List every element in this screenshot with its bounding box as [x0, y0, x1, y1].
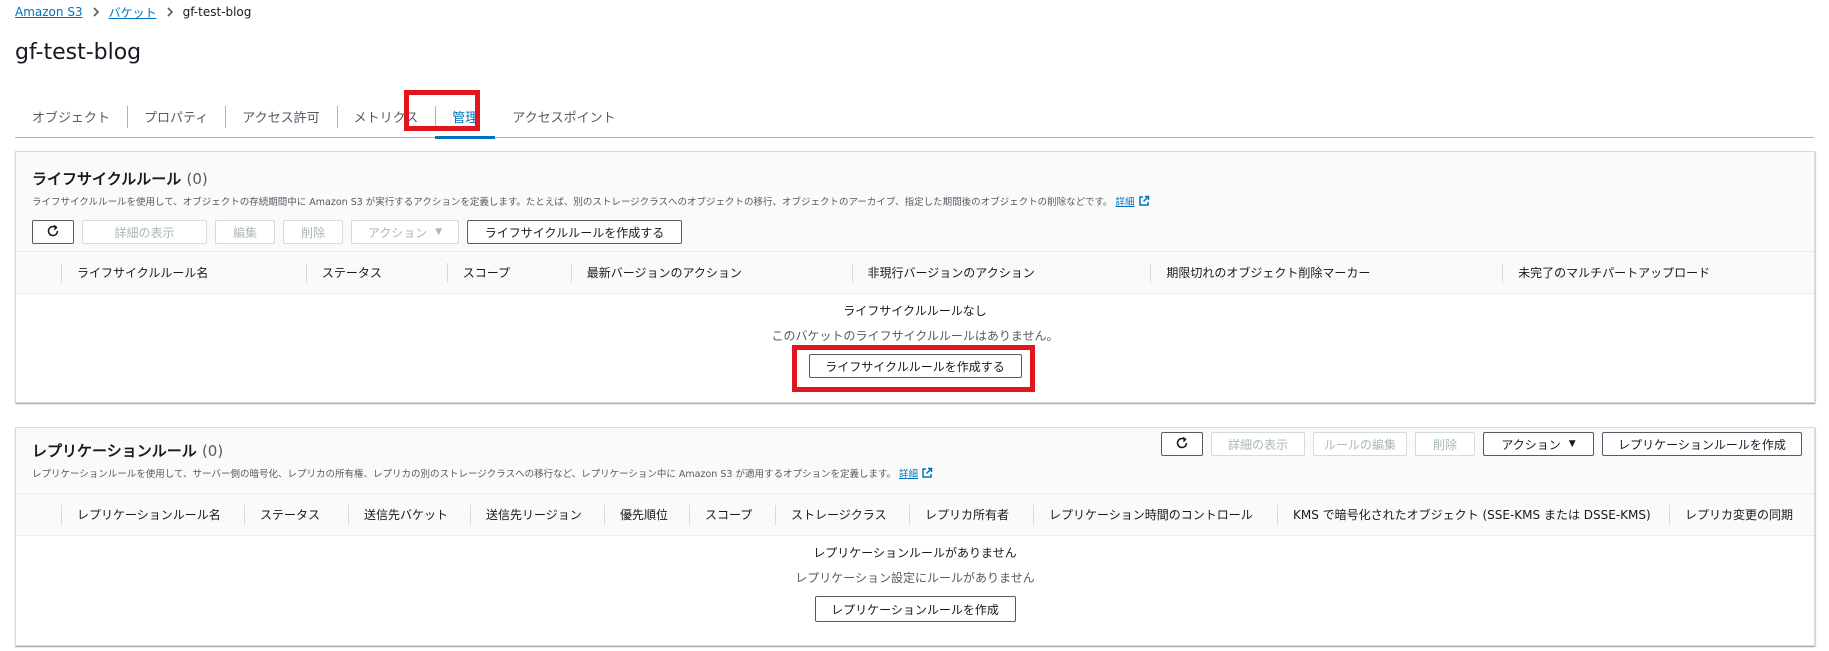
- lifecycle-delete-button[interactable]: 削除: [283, 220, 343, 244]
- caret-down-icon: ▼: [435, 227, 443, 237]
- column-header[interactable]: 送信先バケット: [348, 494, 470, 535]
- replication-panel: レプリケーションルール (0) レプリケーションルールを使用して、サーバー側の暗…: [15, 427, 1815, 646]
- replication-empty-state: レプリケーションルールがありません レプリケーション設定にルールがありません レ…: [16, 536, 1814, 622]
- column-header[interactable]: 非現行バージョンのアクション: [851, 252, 1151, 293]
- column-header[interactable]: ストレージクラス: [775, 494, 909, 535]
- lifecycle-refresh-button[interactable]: [32, 220, 74, 244]
- column-header[interactable]: 優先順位: [604, 494, 689, 535]
- lifecycle-view-details-button[interactable]: 詳細の表示: [82, 220, 207, 244]
- tab-properties[interactable]: プロパティ: [127, 103, 225, 131]
- lifecycle-panel: ライフサイクルルール (0) ライフサイクルルールを使用して、オブジェクトの存続…: [15, 151, 1815, 403]
- column-header[interactable]: スコープ: [689, 494, 775, 535]
- lifecycle-edit-button[interactable]: 編集: [215, 220, 275, 244]
- lifecycle-count: (0): [186, 170, 208, 188]
- column-header[interactable]: レプリケーション時間のコントロール: [1033, 494, 1277, 535]
- lifecycle-empty-state: ライフサイクルルールなし このバケットのライフサイクルルールはありません。 ライ…: [16, 294, 1814, 378]
- lifecycle-title: ライフサイクルルール (0): [32, 170, 208, 188]
- breadcrumb-current: gf-test-blog: [182, 5, 252, 19]
- tab-access-points[interactable]: アクセスポイント: [495, 103, 632, 131]
- replication-count: (0): [201, 442, 224, 460]
- tab-permissions[interactable]: アクセス許可: [225, 103, 336, 131]
- breadcrumb: Amazon S3 バケット gf-test-blog: [15, 3, 251, 21]
- lifecycle-toolbar: 詳細の表示 編集 削除 アクション ▼ ライフサイクルルールを作成する: [32, 220, 1798, 244]
- lifecycle-empty-desc: このバケットのライフサイクルルールはありません。: [771, 329, 1059, 343]
- replication-description: レプリケーションルールを使用して、サーバー側の暗号化、レプリカの所有権、レプリカ…: [32, 466, 1798, 482]
- external-link-icon: [1138, 195, 1150, 210]
- replication-panel-header: レプリケーションルール (0) レプリケーションルールを使用して、サーバー側の暗…: [16, 428, 1814, 494]
- column-header[interactable]: レプリカ変更の同期: [1669, 494, 1814, 535]
- lifecycle-panel-header: ライフサイクルルール (0) ライフサイクルルールを使用して、オブジェクトの存続…: [16, 152, 1814, 252]
- column-header[interactable]: ステータス: [305, 252, 447, 293]
- column-header[interactable]: ステータス: [244, 494, 348, 535]
- column-header[interactable]: 送信先リージョン: [470, 494, 604, 535]
- lifecycle-actions-button[interactable]: アクション ▼: [351, 220, 459, 244]
- tab-metrics[interactable]: メトリクス: [336, 103, 436, 131]
- replication-empty-desc: レプリケーション設定にルールがありません: [795, 571, 1035, 585]
- replication-details-link[interactable]: 詳細: [899, 469, 918, 480]
- tab-objects[interactable]: オブジェクト: [15, 103, 127, 131]
- column-header[interactable]: レプリケーションルール名: [61, 494, 244, 535]
- breadcrumb-link-s3[interactable]: Amazon S3: [15, 5, 83, 19]
- lifecycle-table-header: ライフサイクルルール名 ステータス スコープ 最新バージョンのアクション 非現行…: [16, 252, 1814, 294]
- column-header[interactable]: 最新バージョンのアクション: [570, 252, 852, 293]
- tab-management[interactable]: 管理: [435, 103, 496, 139]
- replication-table-header: レプリケーションルール名 ステータス 送信先バケット 送信先リージョン 優先順位…: [16, 494, 1814, 536]
- replication-view-details-button[interactable]: 詳細の表示: [1211, 432, 1305, 456]
- column-header[interactable]: レプリカ所有者: [909, 494, 1033, 535]
- replication-create-button[interactable]: レプリケーションルールを作成: [1602, 432, 1802, 456]
- replication-empty-title: レプリケーションルールがありません: [813, 546, 1017, 560]
- replication-empty-create-button[interactable]: レプリケーションルールを作成: [814, 596, 1016, 622]
- chevron-right-icon: [166, 7, 174, 17]
- column-header[interactable]: スコープ: [446, 252, 571, 293]
- replication-edit-rule-button[interactable]: ルールの編集: [1313, 432, 1407, 456]
- page-title: gf-test-blog: [15, 40, 142, 65]
- lifecycle-description: ライフサイクルルールを使用して、オブジェクトの存続期間中に Amazon S3 …: [32, 194, 1798, 210]
- lifecycle-create-button[interactable]: ライフサイクルルールを作成する: [467, 220, 682, 244]
- chevron-right-icon: [92, 7, 100, 17]
- column-header[interactable]: 期限切れのオブジェクト削除マーカー: [1150, 252, 1502, 293]
- column-header[interactable]: ライフサイクルルール名: [60, 252, 306, 293]
- lifecycle-empty-create-button[interactable]: ライフサイクルルールを作成する: [808, 354, 1022, 378]
- tab-bar: オブジェクト プロパティ アクセス許可 メトリクス 管理 アクセスポイント: [15, 96, 1814, 139]
- column-header[interactable]: 未完了のマルチパートアップロード: [1502, 252, 1814, 293]
- caret-down-icon: ▼: [1568, 439, 1576, 449]
- external-link-icon: [921, 467, 933, 482]
- replication-refresh-button[interactable]: [1161, 432, 1203, 456]
- lifecycle-details-link[interactable]: 詳細: [1116, 197, 1135, 208]
- refresh-icon: [1175, 436, 1189, 453]
- replication-toolbar: 詳細の表示 ルールの編集 削除 アクション ▼ レプリケーションルールを作成: [1161, 432, 1802, 456]
- replication-delete-button[interactable]: 削除: [1415, 432, 1475, 456]
- refresh-icon: [46, 224, 60, 241]
- column-header[interactable]: KMS で暗号化されたオブジェクト (SSE-KMS または DSSE-KMS): [1277, 494, 1669, 535]
- lifecycle-empty-title: ライフサイクルルールなし: [843, 304, 987, 318]
- breadcrumb-link-buckets[interactable]: バケット: [109, 4, 157, 21]
- replication-actions-button[interactable]: アクション ▼: [1483, 432, 1594, 456]
